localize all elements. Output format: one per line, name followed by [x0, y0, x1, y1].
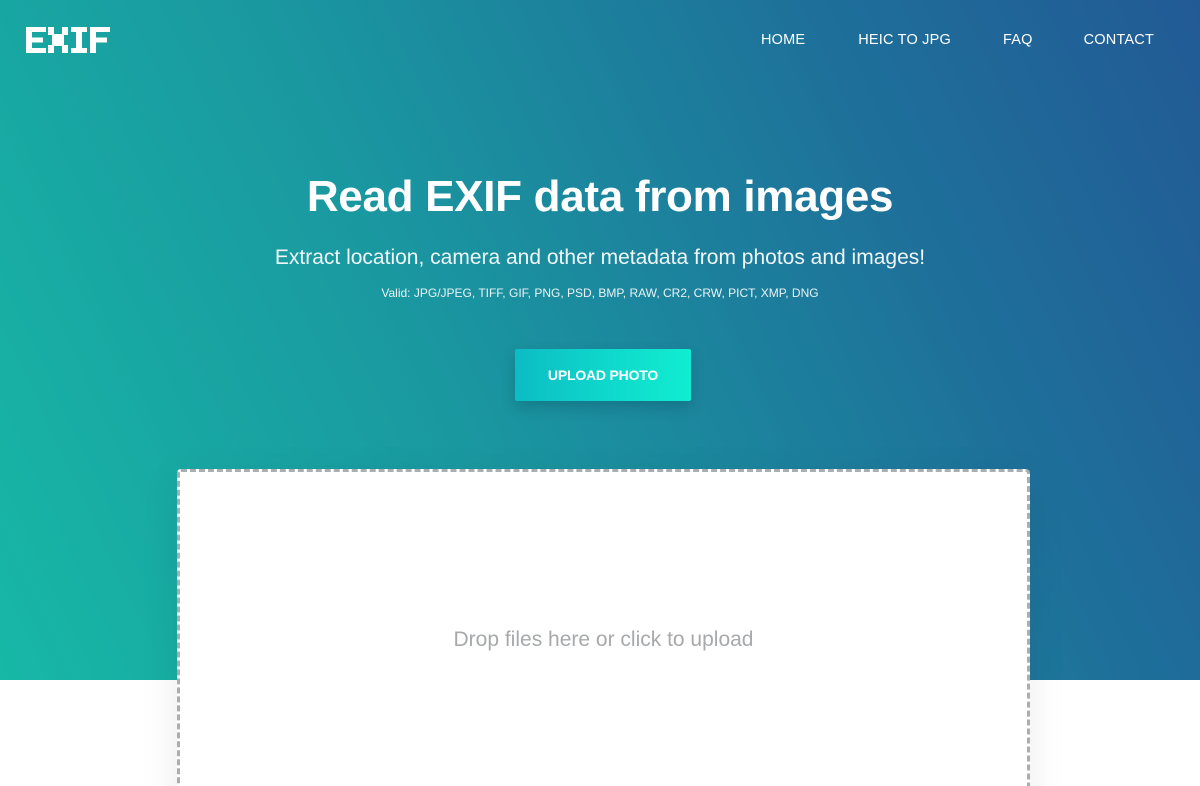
- nav-heic-to-jpg[interactable]: HEIC TO JPG: [858, 31, 951, 49]
- exif-logo-icon: [26, 27, 110, 53]
- main-nav: HOME HEIC TO JPG FAQ CONTACT: [761, 31, 1154, 49]
- page: HOME HEIC TO JPG FAQ CONTACT Read EXIF d…: [0, 0, 1200, 786]
- page-title: Read EXIF data from images: [306, 172, 894, 221]
- nav-contact[interactable]: CONTACT: [1084, 31, 1154, 49]
- nav-faq[interactable]: FAQ: [1003, 31, 1033, 49]
- upload-photo-button[interactable]: UPLOAD PHOTO: [515, 349, 691, 401]
- file-dropzone[interactable]: Drop files here or click to upload: [177, 469, 1030, 786]
- valid-formats-text: Valid: JPG/JPEG, TIFF, GIF, PNG, PSD, BM…: [381, 286, 819, 300]
- hero-subtitle: Extract location, camera and other metad…: [274, 246, 926, 269]
- nav-home[interactable]: HOME: [761, 31, 805, 49]
- dropzone-label: Drop files here or click to upload: [453, 628, 754, 651]
- exif-logo[interactable]: [26, 27, 110, 53]
